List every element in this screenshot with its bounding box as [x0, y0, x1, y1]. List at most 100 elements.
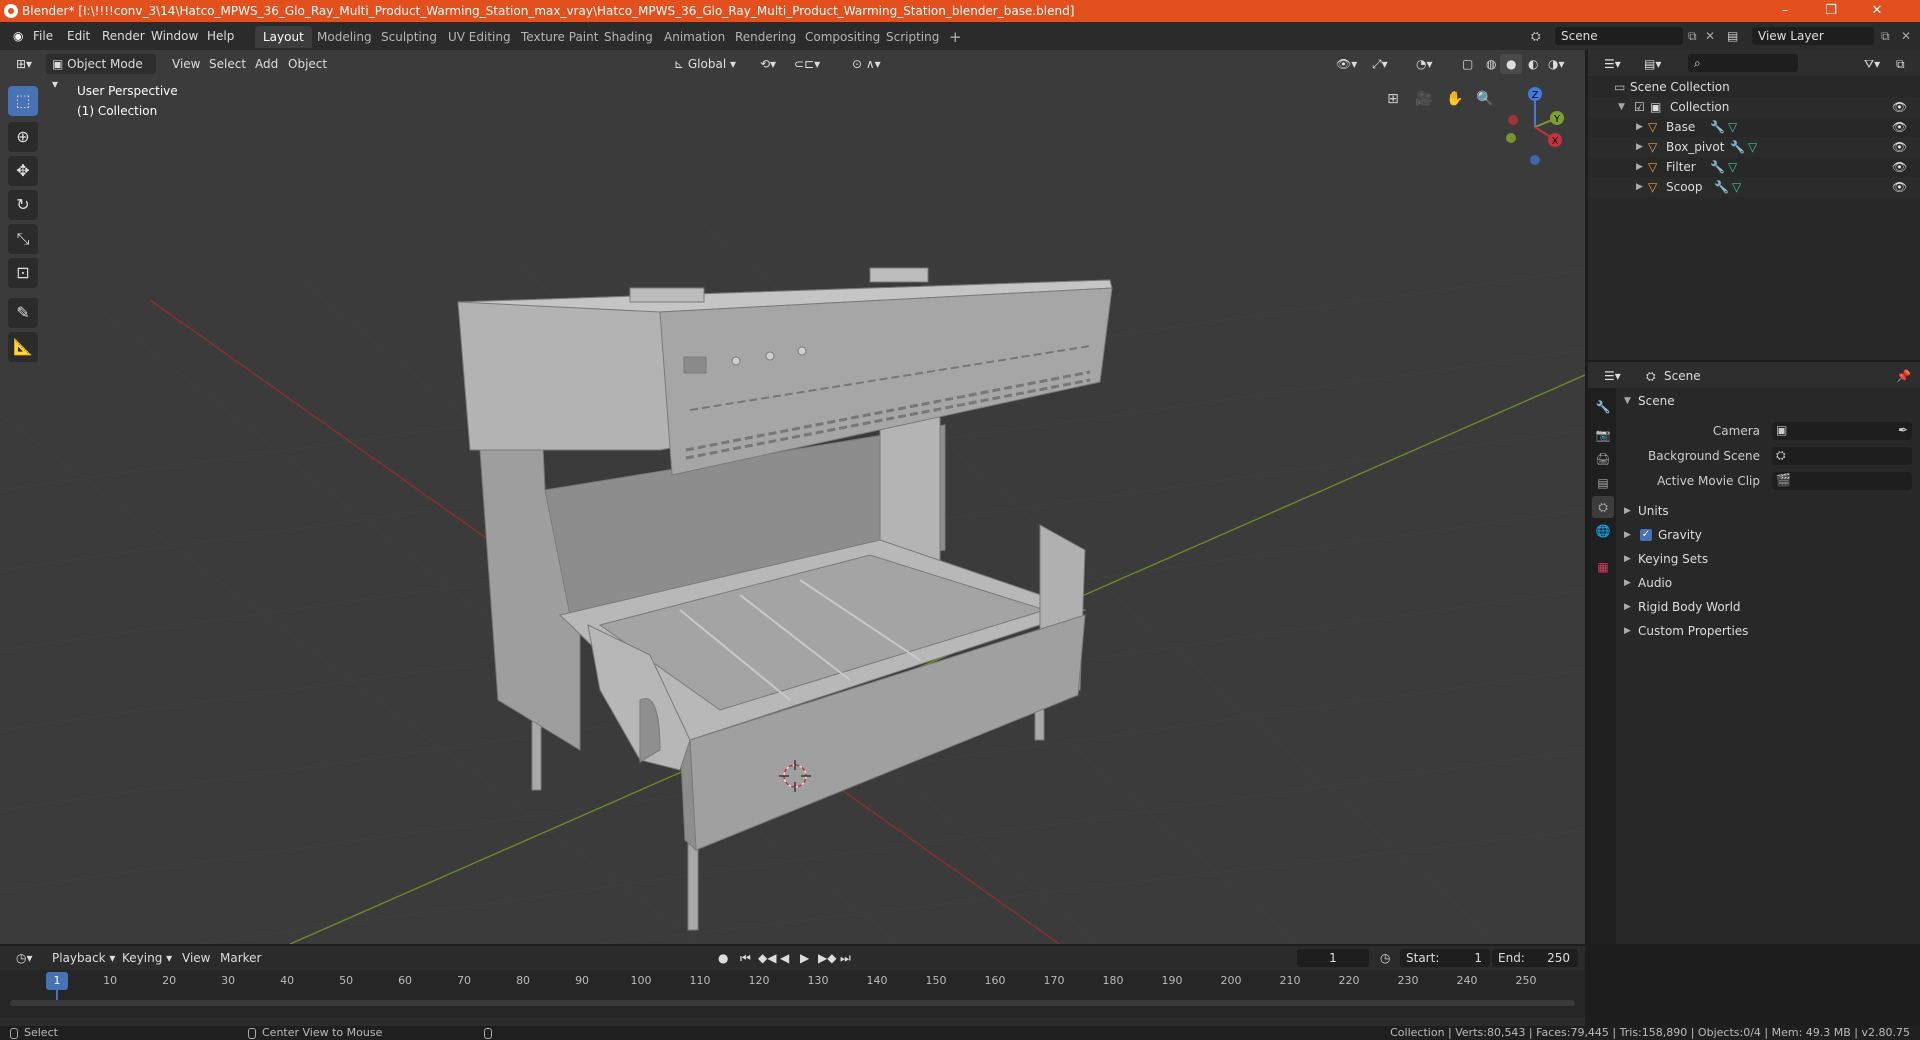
tab-compositing[interactable]: Compositing	[797, 26, 888, 48]
outliner-row-scene-collection[interactable]: ▭ Scene Collection	[1588, 77, 1920, 97]
expand-arrow-icon[interactable]: ▶	[1636, 137, 1643, 157]
checkbox-icon[interactable]: ☑	[1634, 97, 1645, 117]
tab-animation[interactable]: Animation	[656, 26, 733, 48]
menu-keying[interactable]: Keying ▾	[116, 948, 178, 968]
tab-rendering[interactable]: Rendering	[727, 26, 804, 48]
tab-scripting[interactable]: Scripting	[878, 26, 947, 48]
menu-select[interactable]: Select	[203, 54, 252, 74]
expand-arrow-icon[interactable]: ▶	[1636, 117, 1643, 137]
delete-scene-icon[interactable]: ✕	[1700, 27, 1720, 45]
scale-tool[interactable]: ⤡	[8, 224, 38, 254]
filter-icon[interactable]: ⛛▾	[1858, 54, 1886, 74]
camera-view-icon[interactable]: 🎥	[1411, 86, 1437, 112]
timeline-editor-type-icon[interactable]: ◷▾	[10, 948, 39, 968]
tab-uv-editing[interactable]: UV Editing	[440, 26, 519, 48]
solid-shading-icon[interactable]: ●	[1500, 54, 1523, 74]
use-preview-range-icon[interactable]: ◷	[1374, 948, 1396, 968]
display-mode-icon[interactable]: ▤▾	[1638, 54, 1667, 74]
menu-edit[interactable]: Edit	[62, 27, 95, 45]
gizmo-toggle-icon[interactable]: ⤢▾	[1366, 54, 1394, 74]
close-window-button[interactable]: ✕	[1854, 0, 1900, 22]
outliner-row-collection[interactable]: ▼ ☑ ▣ Collection 👁	[1588, 97, 1920, 117]
move-tool[interactable]: ✥	[8, 156, 38, 186]
toggle-ortho-icon[interactable]: ⊞	[1380, 86, 1406, 112]
view-layer-field[interactable]: View Layer	[1752, 27, 1874, 45]
tab-layout[interactable]: Layout	[255, 26, 312, 48]
timeline-ruler[interactable]: 1 10 20 30 40 50 60 70 80 90 100 110 120 130 140 150 160…	[0, 970, 1585, 1018]
timeline-scrollbar[interactable]	[10, 1000, 1575, 1006]
proportional-editing-icon[interactable]: ⊙ ∧▾	[846, 54, 887, 74]
snap-icon[interactable]: ⊂⊏▾	[788, 54, 826, 74]
expand-arrow-icon[interactable]: ▶	[1636, 157, 1643, 177]
audio-section[interactable]: ▶ Audio	[1618, 571, 1918, 595]
menu-view[interactable]: View	[166, 54, 206, 74]
tab-modeling[interactable]: Modeling	[309, 26, 380, 48]
gravity-section[interactable]: ▶ ✓ Gravity	[1618, 523, 1918, 547]
tab-texture-paint[interactable]: Texture Paint	[513, 26, 606, 48]
object-visibility-icon[interactable]: 👁▾	[1330, 54, 1363, 74]
delete-view-layer-icon[interactable]: ✕	[1896, 27, 1916, 45]
properties-editor-type-icon[interactable]: ☰▾	[1598, 366, 1627, 386]
cursor-tool[interactable]: ⊕	[8, 122, 38, 152]
world-tab-icon[interactable]: 🌐	[1592, 520, 1614, 542]
select-box-tool[interactable]: ⬚	[8, 86, 38, 116]
outliner-row-base[interactable]: ▶ ▽ Base 🔧 ▽ 👁	[1588, 117, 1920, 137]
current-frame-field[interactable]: 1	[1297, 949, 1369, 967]
keying-sets-section[interactable]: ▶ Keying Sets	[1618, 547, 1918, 571]
annotate-tool[interactable]: ✎	[8, 298, 38, 328]
scene-panel-header[interactable]: ▼ Scene	[1618, 389, 1918, 413]
units-section[interactable]: ▶ Units	[1618, 499, 1918, 523]
xray-toggle-icon[interactable]: ▢	[1456, 54, 1479, 74]
play-reverse-icon[interactable]: ◀	[774, 948, 795, 968]
object-visibility-icon[interactable]: 👁	[1892, 180, 1907, 194]
rotate-tool[interactable]: ↻	[8, 190, 38, 220]
current-frame-indicator[interactable]: 1	[46, 972, 68, 990]
rendered-shading-icon[interactable]: ◑▾	[1542, 54, 1571, 74]
camera-field[interactable]: ▣ ✒	[1772, 422, 1912, 440]
collection-visibility-icon[interactable]: 👁	[1892, 100, 1907, 114]
menu-window[interactable]: Window	[146, 27, 203, 45]
orientation-dropdown[interactable]: ⊾ Global ▾	[668, 54, 742, 74]
rigid-body-world-section[interactable]: ▶ Rigid Body World	[1618, 595, 1918, 619]
object-visibility-icon[interactable]: 👁	[1892, 140, 1907, 154]
object-visibility-icon[interactable]: 👁	[1892, 120, 1907, 134]
overlays-toggle-icon[interactable]: ◔▾	[1410, 54, 1439, 74]
menu-playback[interactable]: Playback ▾	[46, 948, 121, 968]
expand-arrow-icon[interactable]: ▶	[1636, 177, 1643, 197]
tool-tab-icon[interactable]: 🔧	[1592, 396, 1614, 418]
new-scene-icon[interactable]: ⧉	[1683, 27, 1702, 45]
navigation-gizmo[interactable]: Z Y X	[1495, 82, 1575, 172]
menu-help[interactable]: Help	[202, 27, 239, 45]
editor-type-icon[interactable]: ⊞▾	[10, 54, 38, 74]
pivot-point-icon[interactable]: ⟲▾	[754, 54, 782, 74]
menu-timeline-view[interactable]: View	[176, 948, 216, 968]
outliner-row-scoop[interactable]: ▶ ▽ Scoop 🔧 ▽ 👁	[1588, 177, 1920, 197]
transform-tool[interactable]: ⊡	[8, 258, 38, 288]
pan-view-icon[interactable]: ✋	[1442, 86, 1468, 112]
background-scene-field[interactable]: ⛭	[1772, 447, 1912, 465]
scene-field[interactable]: Scene	[1555, 27, 1683, 45]
object-visibility-icon[interactable]: 👁	[1892, 160, 1907, 174]
expand-arrow-icon[interactable]: ▼	[1618, 97, 1625, 117]
restore-button[interactable]: ❐	[1808, 0, 1854, 22]
menu-marker[interactable]: Marker	[214, 948, 267, 968]
minimize-button[interactable]: –	[1762, 0, 1808, 22]
scene-tab-icon[interactable]: ⛭	[1592, 496, 1614, 518]
pin-icon[interactable]: 📌	[1890, 366, 1917, 386]
texture-tab-icon[interactable]: ▦	[1592, 556, 1614, 578]
outliner-search-field[interactable]: ⌕	[1688, 54, 1798, 72]
menu-object[interactable]: Object	[282, 54, 333, 74]
active-movie-clip-field[interactable]: 🎬	[1772, 472, 1912, 490]
outliner-row-box-pivot[interactable]: ▶ ▽ Box_pivot 🔧 ▽ 👁	[1588, 137, 1920, 157]
add-workspace-button[interactable]: +	[941, 26, 970, 48]
menu-render[interactable]: Render	[97, 27, 150, 45]
3d-viewport[interactable]: ⊞▾ ▣ Object Mode ▾ View Select Add Objec…	[0, 50, 1585, 944]
new-view-layer-icon[interactable]: ⧉	[1876, 27, 1895, 45]
view-layer-icon[interactable]: ▤	[1722, 27, 1743, 45]
tab-sculpting[interactable]: Sculpting	[373, 26, 445, 48]
outliner-row-filter[interactable]: ▶ ▽ Filter 🔧 ▽ 👁	[1588, 157, 1920, 177]
tab-shading[interactable]: Shading	[596, 26, 661, 48]
jump-end-icon[interactable]: ⏭	[834, 948, 857, 968]
eyedropper-icon[interactable]: ✒	[1898, 423, 1908, 437]
object-mode-dropdown[interactable]: ▣ Object Mode ▾	[46, 54, 156, 91]
